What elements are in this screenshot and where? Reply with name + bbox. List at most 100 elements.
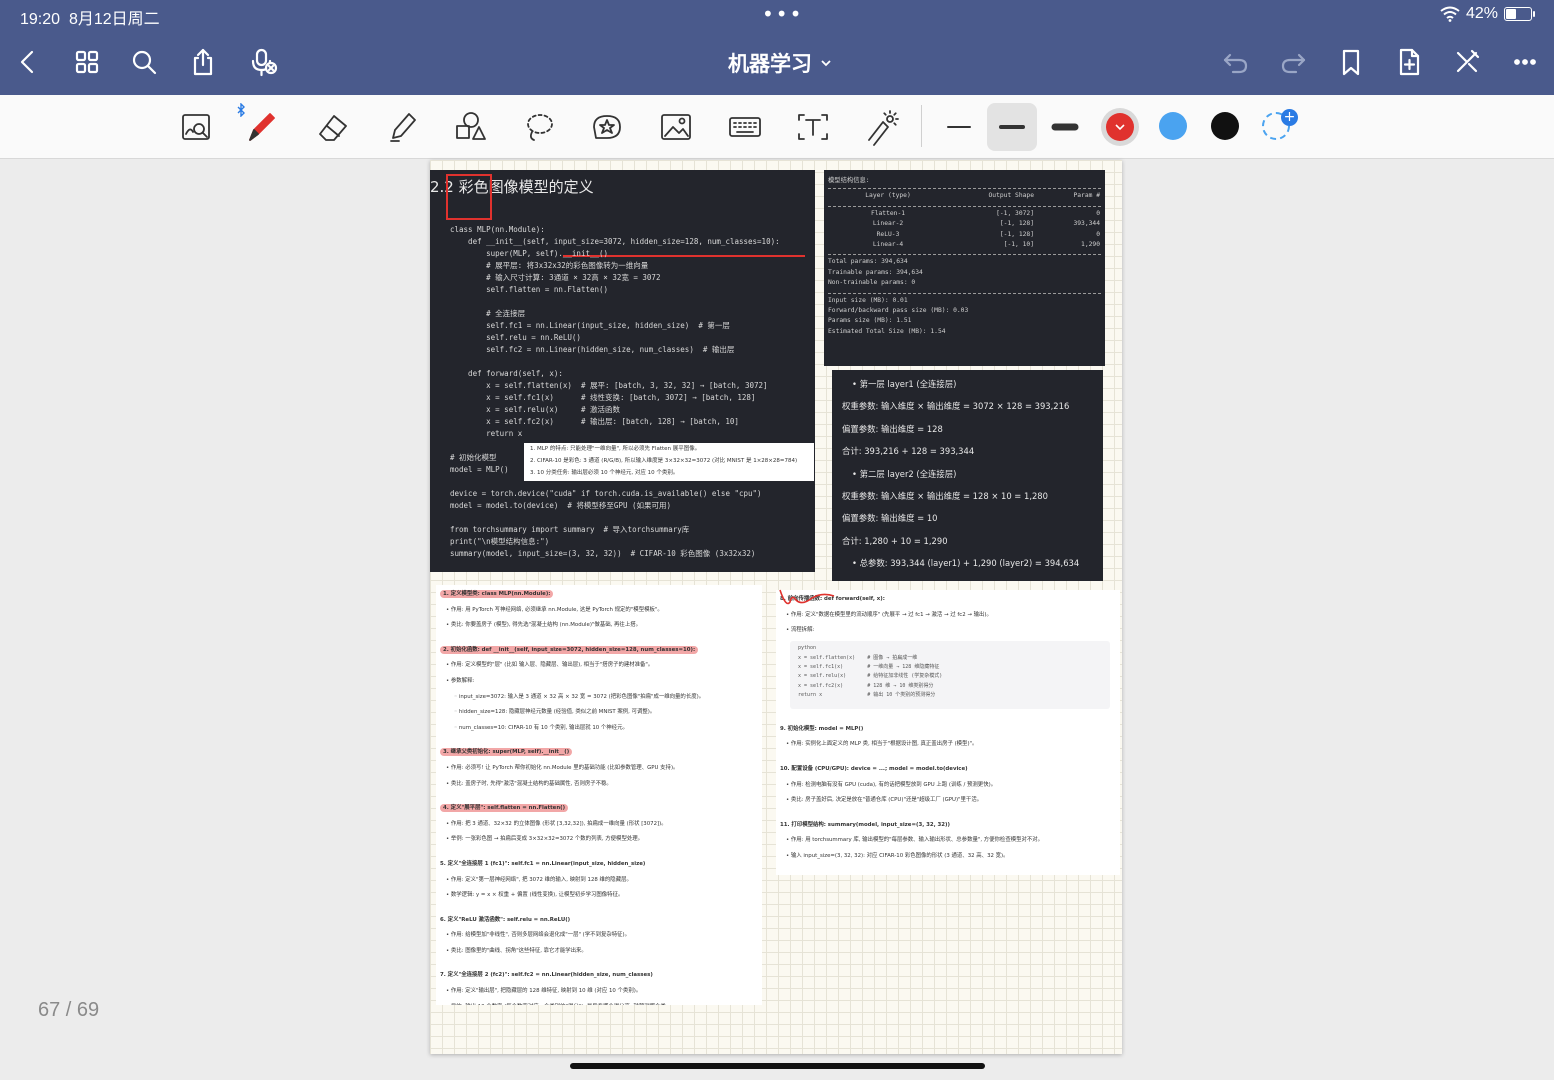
summary-cell: [-1, 128]: [999, 220, 1034, 228]
param-line: • 总参数: 393,344 (layer1) + 1,290 (layer2)…: [852, 558, 1080, 569]
tip-line: 1. MLP 的特点: 只能处理"一维向量", 所以必须先 Flatten 展平…: [530, 446, 701, 452]
note-line: • 举例: 一张彩色图 → 拍扁后变成 3×32×32=3072 个数的列表, …: [446, 836, 644, 843]
note-heading: 11. 打印模型结构: summary(model, input_size=(3…: [780, 821, 950, 828]
note-gap: [780, 713, 1116, 722]
code-line: x = self.fc2(x) # 输出层: [batch, 128] → [b…: [450, 417, 739, 426]
summary-cell: [-1, 10]: [1003, 240, 1034, 248]
param-line: • 第二层 layer2 (全连接层): [852, 468, 957, 479]
note-line: • 作用: 把 3 通道、32×32 的立体图像 (形状 [3,32,32]),…: [446, 820, 667, 827]
voice-record-button[interactable]: [245, 44, 281, 80]
zoom-box-tool[interactable]: [174, 105, 220, 149]
code-line: summary(model, input_size=(3, 32, 32)) #…: [450, 549, 756, 558]
code-line: super(MLP, self).__init__(): [450, 249, 609, 258]
code-line: return x: [450, 429, 523, 438]
blue-color-swatch[interactable]: [1159, 112, 1187, 140]
note-line: • 作用: 实例化上面定义的 MLP 类, 相当于"根据设计图, 真正盖出房子 …: [786, 741, 978, 748]
note-page[interactable]: 2.2 彩色图像模型的定义 class MLP(nn.Module): def …: [430, 160, 1122, 1054]
laser-pointer-tool[interactable]: [859, 105, 905, 149]
code-line: from torchsummary import summary # 导入tor…: [450, 525, 690, 534]
notes-left-column: 1. 定义模型类: class MLP(nn.Module): • 作用: 用 P…: [436, 585, 762, 1005]
note-heading: 1. 定义模型类: class MLP(nn.Module):: [440, 587, 758, 603]
redo-button[interactable]: [1275, 44, 1311, 80]
battery-percent: 42%: [1465, 5, 1498, 22]
summary-cell: 0: [1096, 209, 1100, 217]
param-line: • 第一层 layer1 (全连接层): [852, 379, 957, 389]
code-screenshot: 2.2 彩色图像模型的定义 class MLP(nn.Module): def …: [430, 170, 815, 572]
code-line: x = self.relu(x) # 激活函数: [450, 405, 620, 414]
summary-size: Params size (MB): 1.51: [828, 317, 912, 325]
document-title[interactable]: 机器学习: [690, 48, 870, 78]
undo-button[interactable]: [1218, 44, 1254, 80]
code-line: x = self.flatten(x) # 展平: [batch, 3, 32,…: [450, 381, 768, 390]
note-heading: 10. 配置设备 (CPU/GPU): device = ...; model …: [780, 765, 968, 772]
summary-column-header: Param #: [1073, 192, 1100, 200]
eraser-tool[interactable]: [310, 105, 356, 149]
code-line: self.fc1 = nn.Linear(input_size, hidden_…: [450, 321, 730, 330]
clock: 19:20: [20, 11, 61, 28]
python-line: x = self.fc2(x) # 128 维 → 10 维类别得分: [798, 682, 934, 689]
share-button[interactable]: [185, 44, 221, 80]
image-tool[interactable]: [653, 105, 699, 149]
document-title-label: 机器学习: [728, 52, 812, 76]
back-button[interactable]: [10, 44, 46, 80]
param-line: 权重参数: 输入维度 × 输出维度 = 3072 × 128 = 393,216: [842, 401, 1070, 412]
summary-cell: 393,344: [1073, 220, 1100, 228]
code-line: print("\n模型结构信息:"): [450, 537, 550, 546]
drawing-toolbar: [0, 95, 1554, 159]
note-line: • 作用: 必须写! 让 PyTorch 帮你初始化 nn.Module 里的基…: [446, 764, 679, 771]
note-gap: [440, 848, 758, 857]
note-line: • 流程拆解:: [786, 627, 815, 634]
shapes-tool[interactable]: [447, 105, 493, 149]
stroke-medium-button[interactable]: [987, 103, 1037, 151]
pen-tools-toggle-button[interactable]: [1449, 44, 1485, 80]
note-heading: 7. 定义"全连接层 2 (fc2)": self.fc2 = nn.Linea…: [440, 972, 653, 979]
note-heading: 4. 定义"展平层": self.flatten = nn.Flatten(): [440, 801, 758, 817]
code-line: self.fc2 = nn.Linear(hidden_size, num_cl…: [450, 345, 735, 354]
page-counter: 67 / 69: [38, 999, 100, 1021]
note-heading-text: 3. 继承父类初始化: super(MLP, self).__init__(): [440, 748, 573, 757]
highlighter-tool[interactable]: [379, 105, 425, 149]
note-line: • 参数解释:: [446, 677, 475, 684]
note-line: • 作用: 用 torchsummary 库, 输出模型的"每层参数、输入输出形…: [786, 837, 1044, 844]
code-line: self.flatten = nn.Flatten(): [450, 285, 609, 294]
red-highlight-box: [446, 174, 492, 220]
note-heading: 6. 定义"ReLU 激活函数": self.relu = nn.ReLU(): [440, 916, 571, 923]
code-line: model = model.to(device) # 将模型移至GPU (如果可…: [450, 501, 672, 510]
note-line: • 数学逻辑: y = x × 权重 + 偏置 (线性变换), 让模型初步学习图…: [446, 892, 624, 899]
code-tip-box: 1. MLP 的特点: 只能处理"一维向量", 所以必须先 Flatten 展平…: [524, 443, 814, 481]
keyboard-tool[interactable]: [722, 105, 768, 149]
more-options-button[interactable]: [1507, 44, 1543, 80]
code-line: # 输入尺寸计算: 3通道 × 32高 × 32宽 = 3072: [450, 273, 661, 282]
note-heading: 5. 定义"全连接层 1 (fc1)": self.fc1 = nn.Linea…: [440, 860, 646, 867]
note-gap: [780, 753, 1116, 762]
grid-view-button[interactable]: [69, 44, 105, 80]
lasso-tool[interactable]: [516, 105, 562, 149]
sticker-tool[interactable]: [584, 105, 630, 149]
text-tool[interactable]: [790, 105, 836, 149]
summary-cell: 1,290: [1081, 240, 1100, 248]
note-heading: 3. 继承父类初始化: super(MLP, self).__init__(): [440, 745, 758, 761]
home-indicator[interactable]: [570, 1063, 985, 1069]
multitask-dots[interactable]: •••: [762, 2, 803, 26]
python-label: python: [798, 644, 817, 651]
note-heading: 2. 初始化函数: def __init__(self, input_size=…: [440, 643, 758, 659]
note-gap: [440, 959, 758, 968]
summary-cell: ReLU-3: [876, 230, 900, 238]
search-button[interactable]: [126, 44, 162, 80]
bookmark-button[interactable]: [1333, 44, 1369, 80]
code-line: # 全连接层: [450, 309, 526, 318]
note-heading-text: 2. 初始化函数: def __init__(self, input_size=…: [440, 645, 699, 654]
parameter-calculation: • 第一层 layer1 (全连接层) 权重参数: 输入维度 × 输出维度 = 3…: [832, 370, 1103, 581]
black-color-swatch[interactable]: [1211, 112, 1239, 140]
stroke-thick-button[interactable]: [1042, 105, 1088, 149]
summary-cell: Linear-2: [872, 220, 904, 228]
stroke-thin-button[interactable]: [936, 105, 982, 149]
add-page-button[interactable]: [1391, 44, 1427, 80]
note-line: • 作用: 用 PyTorch 写神经网络, 必须继承 nn.Module, 这…: [446, 606, 663, 613]
param-line: 权重参数: 输入维度 × 输出维度 = 128 × 10 = 1,280: [842, 490, 1048, 501]
note-gap: [440, 634, 758, 643]
python-line: x = self.flatten(x) # 图像 → 拍扁成一维: [798, 654, 918, 661]
summary-columns: Layer (type) Output Shape Param #: [828, 192, 1101, 202]
